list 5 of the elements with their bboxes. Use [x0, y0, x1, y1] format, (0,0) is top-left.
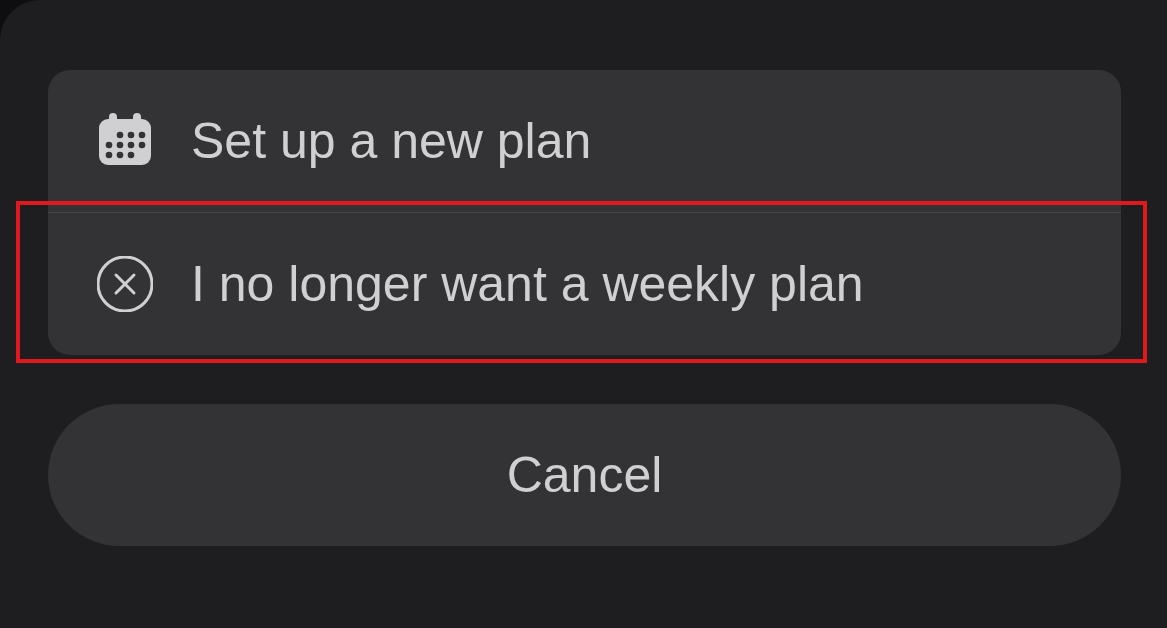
action-label: I no longer want a weekly plan [191, 255, 864, 313]
action-item[interactable]: Set up a new plan [48, 70, 1121, 212]
cancel-button[interactable]: Cancel [48, 404, 1121, 546]
action-item[interactable]: I no longer want a weekly plan [48, 212, 1121, 355]
action-label: Set up a new plan [191, 112, 592, 170]
